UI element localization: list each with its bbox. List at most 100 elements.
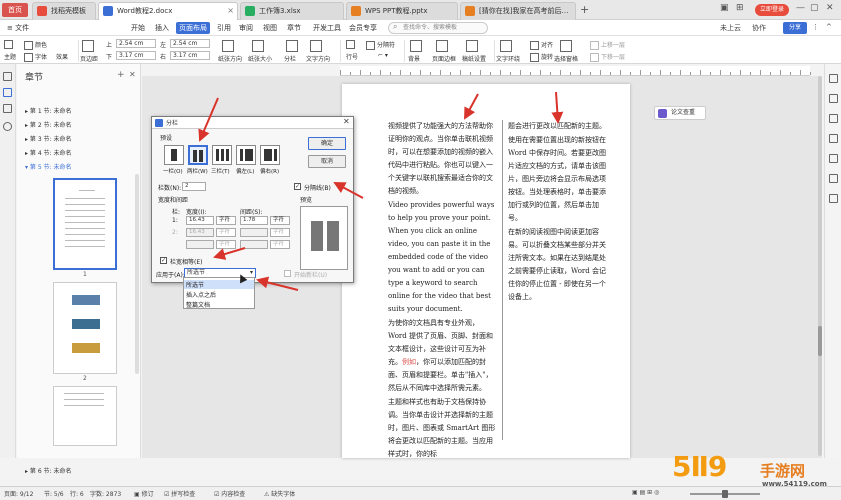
width-input[interactable]: 16.43 xyxy=(186,228,214,237)
vertical-scrollbar[interactable] xyxy=(818,76,822,456)
text-column-left[interactable]: 视频提供了功能强大的方法帮助你证明你的观点。当你单击联机视频时，可以在想要添加的… xyxy=(388,120,496,462)
new-tab-button[interactable]: + xyxy=(580,3,589,16)
share-button[interactable]: 分享 xyxy=(783,22,807,34)
text-column-right[interactable]: 题会进行更改以匹配新的主题。 使用在需要位置出现的新按钮在 Word 中保存时间… xyxy=(508,120,612,305)
margin-bottom-input[interactable]: 3.17 cm xyxy=(116,51,156,60)
menu-insert[interactable]: 插入 xyxy=(152,22,172,34)
menu-developer[interactable]: 开发工具 xyxy=(310,22,344,34)
columns-button[interactable] xyxy=(286,40,300,52)
grid-icon[interactable]: ⊞ xyxy=(736,3,744,13)
width-unit-select[interactable]: 字符 xyxy=(216,228,236,237)
menu-review[interactable]: 审阅 xyxy=(236,22,256,34)
horizontal-ruler[interactable] xyxy=(340,66,811,76)
preset-one-column[interactable] xyxy=(164,145,184,165)
cancel-button[interactable]: 取消 xyxy=(308,155,346,168)
paper-check-button[interactable]: 论文查重 xyxy=(654,106,706,120)
missing-font-button[interactable]: ⚠ 缺失字体 xyxy=(264,489,295,498)
section-item-active[interactable]: ▾ 第 5 节: 未命名 xyxy=(25,162,71,171)
outline-icon[interactable] xyxy=(3,72,12,81)
search-icon[interactable] xyxy=(3,122,12,131)
margin-top-input[interactable]: 2.54 cm xyxy=(116,39,156,48)
more-icon[interactable]: ⋮ xyxy=(812,23,819,31)
close-icon[interactable]: ✕ xyxy=(343,117,350,126)
spacing-input[interactable] xyxy=(240,240,268,249)
style-icon[interactable] xyxy=(829,114,838,123)
bookmark-icon[interactable] xyxy=(3,104,12,113)
settings-icon[interactable] xyxy=(829,134,838,143)
collab-button[interactable]: 协作 xyxy=(752,23,766,33)
add-section-icon[interactable]: + xyxy=(117,70,125,80)
menu-references[interactable]: 引用 xyxy=(214,22,234,34)
page-border-button[interactable] xyxy=(436,40,450,52)
cloud-status[interactable]: 未上云 xyxy=(720,23,741,33)
margin-button[interactable] xyxy=(82,40,96,52)
location-icon[interactable] xyxy=(829,174,838,183)
menu-chapter[interactable]: 章节 xyxy=(284,22,304,34)
menu-view[interactable]: 视图 xyxy=(260,22,280,34)
page-thumbnail[interactable] xyxy=(53,178,117,270)
effect-button[interactable]: 效果 xyxy=(56,52,68,61)
equal-width-checkbox[interactable]: ✓ xyxy=(160,257,167,264)
spacing-unit-select[interactable]: 字符 xyxy=(270,240,290,249)
spacing-input[interactable]: 1.78 xyxy=(240,216,268,225)
page-thumbnail[interactable] xyxy=(53,386,117,446)
dropdown-option[interactable]: 整篇文档 xyxy=(186,300,210,309)
section-item[interactable]: ▸ 第 6 节: 未命名 xyxy=(25,466,71,475)
font-theme-button[interactable]: 字体 xyxy=(24,52,47,62)
tab-word-doc[interactable]: Word教程2.docx × xyxy=(98,2,238,20)
width-unit-select[interactable]: 字符 xyxy=(216,216,236,225)
background-button[interactable] xyxy=(410,40,424,52)
divider-checkbox[interactable]: ✓ xyxy=(294,183,301,190)
section-item[interactable]: ▸ 第 3 节: 未命名 xyxy=(25,134,71,143)
margin-left-input[interactable]: 2.54 cm xyxy=(170,39,210,48)
close-window-icon[interactable]: ✕ xyxy=(826,3,834,13)
bring-forward-button[interactable]: 上移一层 xyxy=(590,40,625,50)
col-count-stepper[interactable]: 2 xyxy=(182,182,206,191)
menu-member[interactable]: 会员专享 xyxy=(346,22,380,34)
home-button[interactable]: 首页 xyxy=(2,3,28,17)
tab-templates[interactable]: 找稻壳模板 xyxy=(32,2,96,20)
login-button[interactable]: 立即登录 xyxy=(755,4,789,16)
text-wrap-button[interactable] xyxy=(500,40,514,52)
orientation-button[interactable] xyxy=(222,40,236,52)
width-unit-select[interactable]: 字符 xyxy=(216,240,236,249)
word-count[interactable]: 字数: 2873 xyxy=(90,489,121,498)
maximize-icon[interactable]: ▢ xyxy=(810,3,819,13)
width-input[interactable]: 16.43 xyxy=(186,216,214,225)
preset-left[interactable] xyxy=(236,145,256,165)
tab-article[interactable]: [猜你在找]我家在高考前后… xyxy=(460,2,576,20)
ok-button[interactable]: 确定 xyxy=(308,137,346,150)
size-button[interactable] xyxy=(252,40,266,52)
preset-three-columns[interactable] xyxy=(212,145,232,165)
break-sub[interactable]: ⌐ ▾ xyxy=(378,52,388,59)
dropdown-option[interactable]: 插入点之后 xyxy=(186,290,216,299)
command-search-input[interactable]: 查找命令、搜索模板 xyxy=(388,22,488,34)
dialog-title-bar[interactable]: 分栏 ✕ xyxy=(152,117,353,129)
new-column-checkbox[interactable] xyxy=(284,270,291,277)
theme-button[interactable] xyxy=(4,40,15,49)
text-direction-button[interactable] xyxy=(310,40,324,52)
select-icon[interactable] xyxy=(829,74,838,83)
line-number-button[interactable] xyxy=(346,40,357,49)
chapter-icon[interactable] xyxy=(3,88,12,97)
close-icon[interactable]: ✕ xyxy=(129,70,136,79)
color-button[interactable]: 颜色 xyxy=(24,40,47,50)
document-page[interactable]: 视频提供了功能强大的方法帮助你证明你的观点。当你单击联机视频时，可以在想要添加的… xyxy=(342,84,630,458)
content-check-button[interactable]: ☑ 内容检查 xyxy=(214,489,245,498)
section-item[interactable]: ▸ 第 4 节: 未命名 xyxy=(25,148,71,157)
minimize-icon[interactable]: — xyxy=(796,3,805,13)
rotate-button[interactable]: 旋转 xyxy=(530,52,553,62)
margin-right-input[interactable]: 3.17 cm xyxy=(170,51,210,60)
draft-button[interactable] xyxy=(466,40,480,52)
zoom-knob[interactable] xyxy=(722,490,728,498)
width-input[interactable] xyxy=(186,240,214,249)
spacing-input[interactable] xyxy=(240,228,268,237)
edit-icon[interactable] xyxy=(829,154,838,163)
spacing-unit-select[interactable]: 字符 xyxy=(270,228,290,237)
close-icon[interactable]: × xyxy=(227,3,234,19)
section-item[interactable]: ▸ 第 1 节: 未命名 xyxy=(25,106,71,115)
page-thumbnail[interactable] xyxy=(53,282,117,374)
preset-right[interactable] xyxy=(260,145,280,165)
menu-home[interactable]: 开始 xyxy=(128,22,148,34)
preset-two-columns[interactable] xyxy=(188,145,208,165)
